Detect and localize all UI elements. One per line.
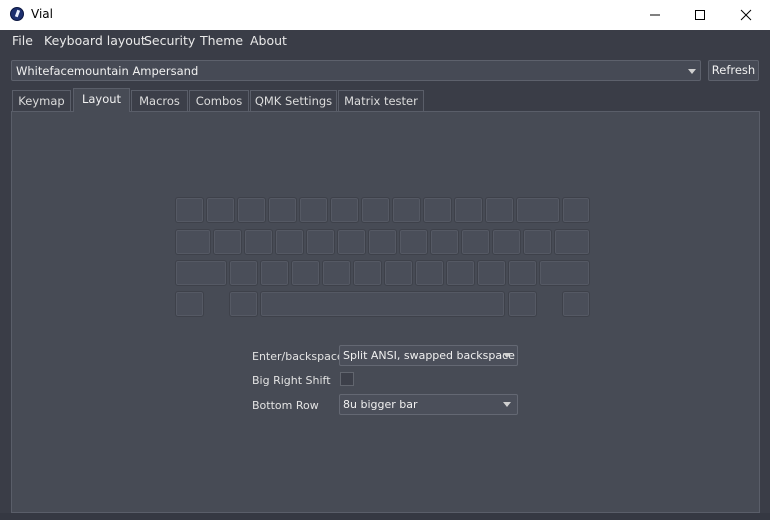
bottom-row-value: 8u bigger bar [343, 398, 418, 411]
key [430, 229, 459, 255]
menu-keyboard-layout[interactable]: Keyboard layout [44, 33, 146, 48]
key [492, 229, 521, 255]
tab-matrix-tester[interactable]: Matrix tester [338, 90, 424, 111]
key [562, 197, 590, 223]
key [539, 260, 590, 286]
key [368, 229, 397, 255]
key [337, 229, 366, 255]
key [353, 260, 382, 286]
key [237, 197, 266, 223]
key [175, 197, 204, 223]
bottom-row-label: Bottom Row [252, 399, 319, 412]
key [229, 291, 258, 317]
key [291, 260, 320, 286]
key [206, 197, 235, 223]
key [175, 229, 211, 255]
key [260, 260, 289, 286]
key [399, 229, 428, 255]
key [306, 229, 335, 255]
tab-qmk-settings[interactable]: QMK Settings [250, 90, 337, 111]
minimize-icon [650, 14, 660, 16]
enter-backspace-select[interactable]: Split ANSI, swapped backspace [339, 345, 518, 366]
key [454, 197, 483, 223]
key [330, 197, 359, 223]
key [392, 197, 421, 223]
vial-app-icon [10, 7, 24, 21]
key [175, 291, 204, 317]
tab-layout[interactable]: Layout [73, 88, 130, 112]
tab-keymap[interactable]: Keymap [12, 90, 71, 111]
chevron-down-icon [503, 402, 511, 407]
key [175, 260, 227, 286]
key [508, 291, 537, 317]
close-icon [740, 9, 752, 21]
close-button[interactable] [723, 0, 769, 30]
device-selector[interactable]: Whitefacemountain Ampersand [11, 60, 701, 81]
key [361, 197, 390, 223]
maximize-icon [695, 10, 705, 20]
key [322, 260, 351, 286]
enter-backspace-label: Enter/backspace [252, 350, 344, 363]
key [446, 260, 475, 286]
menu-about[interactable]: About [250, 33, 287, 48]
menu-bar: File Keyboard layout Security Theme Abou… [0, 30, 770, 52]
key [275, 229, 304, 255]
chevron-down-icon [503, 353, 511, 358]
key [554, 229, 590, 255]
big-right-shift-checkbox[interactable] [340, 372, 354, 386]
key [516, 197, 560, 223]
menu-file[interactable]: File [12, 33, 33, 48]
key [268, 197, 297, 223]
maximize-button[interactable] [677, 0, 723, 30]
big-right-shift-label: Big Right Shift [252, 374, 331, 387]
refresh-button[interactable]: Refresh [708, 60, 759, 81]
menu-security[interactable]: Security [144, 33, 195, 48]
tab-macros[interactable]: Macros [131, 90, 188, 111]
key [244, 229, 273, 255]
key [485, 197, 514, 223]
title-bar: Vial [0, 0, 770, 30]
key [562, 291, 590, 317]
key [461, 229, 490, 255]
bottom-row-select[interactable]: 8u bigger bar [339, 394, 518, 415]
key [299, 197, 328, 223]
minimize-button[interactable] [632, 0, 678, 30]
key [477, 260, 506, 286]
device-selector-value: Whitefacemountain Ampersand [16, 64, 199, 78]
key [423, 197, 452, 223]
chevron-down-icon [688, 69, 696, 74]
menu-theme[interactable]: Theme [200, 33, 243, 48]
tab-combos[interactable]: Combos [189, 90, 249, 111]
window-title: Vial [31, 7, 53, 21]
key [508, 260, 537, 286]
key [415, 260, 444, 286]
status-bar [0, 513, 770, 520]
key [213, 229, 242, 255]
key [523, 229, 552, 255]
key [229, 260, 258, 286]
enter-backspace-value: Split ANSI, swapped backspace [343, 349, 515, 362]
key [384, 260, 413, 286]
spacebar-key [260, 291, 505, 317]
